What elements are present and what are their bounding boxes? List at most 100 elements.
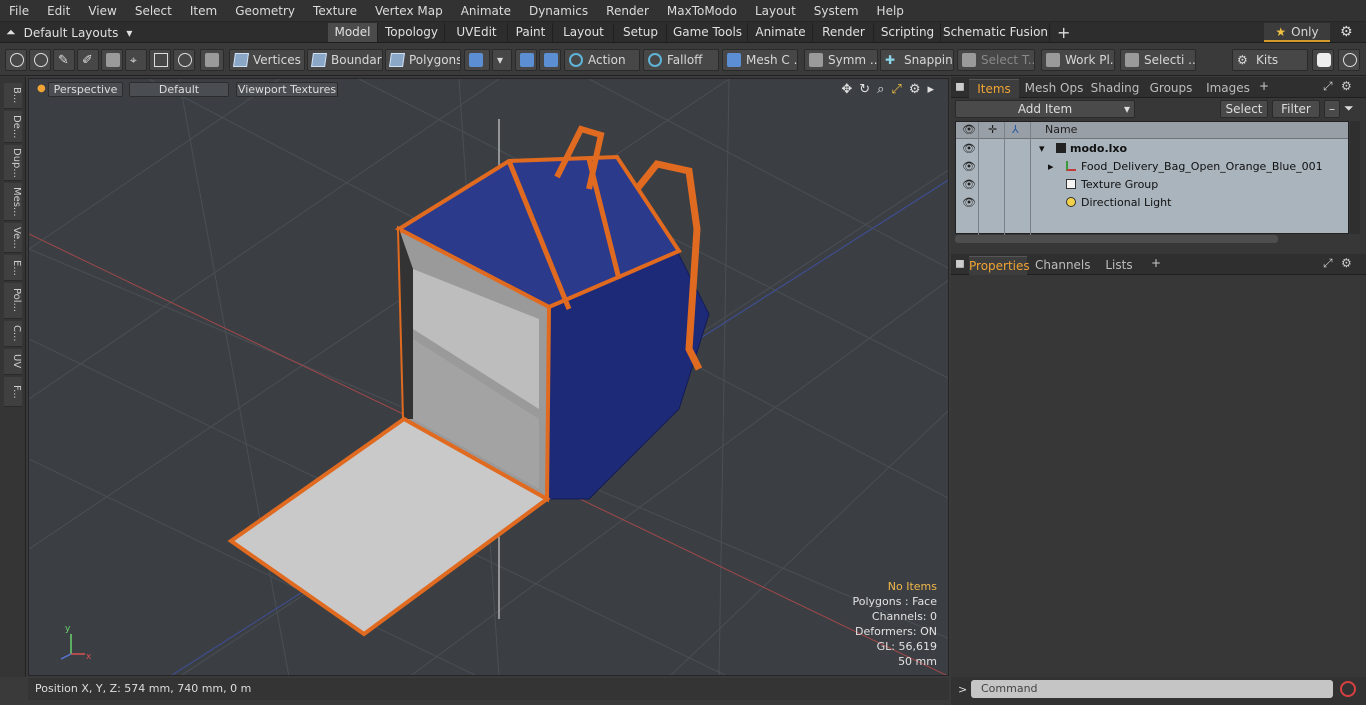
menu-animate[interactable]: Animate [452, 0, 520, 22]
collapse-icon[interactable]: – [1324, 100, 1340, 118]
menu-system[interactable]: System [805, 0, 868, 22]
tab-mesh-ops[interactable]: Mesh Ops [1023, 79, 1085, 98]
falloff-button[interactable]: Falloff [643, 49, 719, 71]
boundary-button[interactable]: Boundary [307, 49, 383, 71]
menu-layout[interactable]: Layout [746, 0, 805, 22]
tab-images[interactable]: Images [1203, 79, 1253, 98]
tab-animate[interactable]: Animate [749, 23, 813, 42]
tab-game-tools[interactable]: Game Tools [668, 23, 748, 42]
only-toggle[interactable]: ★ Only [1264, 23, 1330, 42]
panel-gear-icon[interactable]: ⚙ [1341, 256, 1352, 270]
mesh-constraint-button[interactable]: Mesh C ... [722, 49, 798, 71]
add-tab-icon[interactable]: + [1057, 22, 1070, 43]
rotate-view-icon[interactable]: ↻ [859, 82, 870, 97]
shield2-button[interactable] [539, 49, 561, 71]
menu-item[interactable]: Item [181, 0, 226, 22]
strip-tab-deform[interactable]: De... [4, 111, 22, 143]
square-button[interactable] [149, 49, 171, 71]
tab-paint[interactable]: Paint [509, 23, 553, 42]
strip-tab-polygon[interactable]: Pol... [4, 283, 22, 319]
eye-icon[interactable]: 👁 [962, 142, 976, 155]
expand-arrow-icon[interactable]: ▾ [1039, 142, 1045, 155]
menu-view[interactable]: View [79, 0, 125, 22]
menu-file[interactable]: File [0, 0, 38, 22]
menu-geometry[interactable]: Geometry [226, 0, 304, 22]
eye-icon[interactable]: 👁 [962, 196, 976, 209]
brush-button[interactable]: ✐ [77, 49, 99, 71]
shield-button[interactable] [515, 49, 537, 71]
layouts-dropdown[interactable]: ⏶ Default Layouts ▾ [6, 22, 132, 43]
tab-shading[interactable]: Shading [1089, 79, 1141, 98]
add-panel-tab-icon[interactable]: + [1151, 256, 1161, 270]
shading-mode-button[interactable]: Default [129, 82, 229, 97]
vertices-button[interactable]: Vertices [229, 49, 305, 71]
tab-items[interactable]: Items [969, 79, 1019, 98]
gear-icon[interactable]: ⚙ [1340, 22, 1353, 43]
item-list-scrollbar[interactable] [1350, 121, 1360, 234]
strip-tab-duplicate[interactable]: Dup... [4, 145, 22, 181]
menu-dynamics[interactable]: Dynamics [520, 0, 597, 22]
eye-icon[interactable]: 👁 [962, 160, 976, 173]
menu-help[interactable]: Help [868, 0, 913, 22]
item-mode-button[interactable] [200, 49, 224, 71]
strip-tab-uv[interactable]: UV [4, 349, 22, 375]
select-through-button[interactable]: Select T... [957, 49, 1035, 71]
select-button[interactable]: Select [1220, 100, 1268, 118]
command-input[interactable]: Command [971, 680, 1333, 698]
snapping-button[interactable]: ✚ Snapping [880, 49, 954, 71]
tab-uvedit[interactable]: UVEdit [446, 23, 508, 42]
pie-button[interactable] [173, 49, 195, 71]
center-button[interactable]: ⌖ [125, 49, 147, 71]
strip-tab-curve[interactable]: C... [4, 321, 22, 347]
viewport-menu-icon[interactable]: ▸ [927, 82, 934, 97]
record-macro-icon[interactable] [1340, 681, 1356, 697]
unreal-button[interactable] [1338, 49, 1360, 71]
globe-button[interactable] [29, 49, 51, 71]
pen-button[interactable]: ✎ [53, 49, 75, 71]
symmetry-button[interactable]: Symm ... [804, 49, 878, 71]
item-row-directional-light[interactable]: 👁 Directional Light [956, 194, 1348, 212]
tab-topology[interactable]: Topology [379, 23, 445, 42]
strip-tab-mesh[interactable]: Mes... [4, 183, 22, 221]
tab-layout[interactable]: Layout [554, 23, 614, 42]
menu-maxtomodo[interactable]: MaxToModo [658, 0, 746, 22]
item-row-mesh[interactable]: 👁 ▸ Food_Delivery_Bag_Open_Orange_Blue_0… [956, 158, 1348, 176]
menu-vertex-map[interactable]: Vertex Map [366, 0, 452, 22]
select-mode-circle-button[interactable] [5, 49, 27, 71]
strip-tab-vertex[interactable]: Ve... [4, 223, 22, 253]
tab-lists[interactable]: Lists [1097, 256, 1141, 275]
tab-render[interactable]: Render [814, 23, 874, 42]
strip-tab-fusion[interactable]: F... [4, 377, 22, 407]
zoom-view-icon[interactable]: ⌕ [877, 82, 884, 97]
panel-gear-icon[interactable]: ⚙ [1341, 79, 1352, 93]
menu-render[interactable]: Render [597, 0, 658, 22]
action-center-button[interactable]: Action [564, 49, 640, 71]
strip-tab-edge[interactable]: E... [4, 255, 22, 281]
3d-viewport[interactable]: y x ● Perspective Default Viewport Textu… [28, 78, 949, 676]
item-row-scene[interactable]: 👁 ▾ modo.lxo [956, 140, 1348, 158]
tab-model[interactable]: Model [328, 23, 378, 42]
tab-properties[interactable]: Properties [969, 256, 1030, 275]
tab-groups[interactable]: Groups [1147, 79, 1195, 98]
eye-icon[interactable]: 👁 [962, 178, 976, 191]
material-dropdown[interactable]: ▾ [492, 49, 512, 71]
add-item-button[interactable]: Add Item ▾ [955, 100, 1135, 118]
add-panel-tab-icon[interactable]: + [1259, 79, 1269, 93]
selection-sets-button[interactable]: Selecti ... [1120, 49, 1196, 71]
strip-tab-basic[interactable]: B... [4, 83, 22, 109]
work-plane-button[interactable]: Work Pl... [1041, 49, 1115, 71]
menu-edit[interactable]: Edit [38, 0, 79, 22]
view-mode-button[interactable]: Perspective [48, 82, 123, 97]
expand-panel-icon[interactable]: ⤢ [1323, 256, 1333, 271]
tab-schematic-fusion[interactable]: Schematic Fusion [942, 23, 1050, 42]
item-row-texture-group[interactable]: 👁 Texture Group [956, 176, 1348, 194]
stack-button[interactable] [101, 49, 123, 71]
viewport-textures-button[interactable]: Viewport Textures [236, 82, 338, 97]
material-button[interactable] [464, 49, 490, 71]
name-column-header[interactable]: Name [1045, 123, 1077, 136]
kits-button[interactable]: ⚙ Kits [1232, 49, 1308, 71]
item-list-hscrollbar[interactable] [955, 235, 1278, 243]
move-view-icon[interactable]: ✥ [841, 82, 852, 97]
polygons-button[interactable]: Polygons [385, 49, 461, 71]
menu-texture[interactable]: Texture [304, 0, 366, 22]
